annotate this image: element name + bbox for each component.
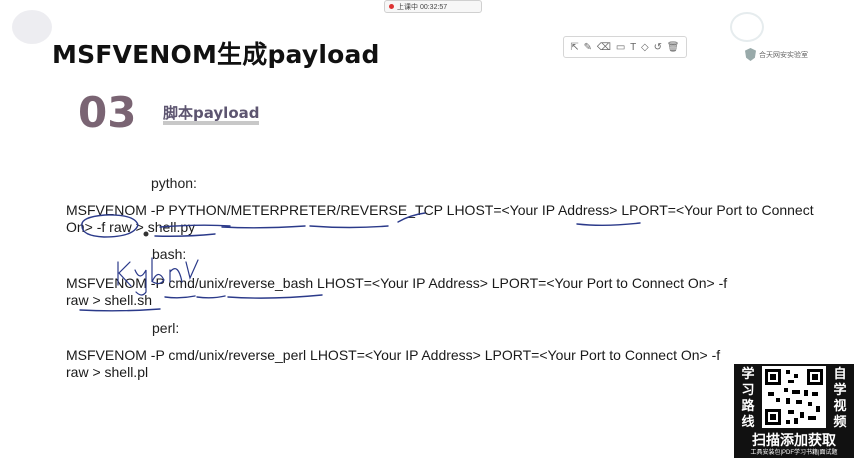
cursor-dot: [143, 231, 149, 237]
qr-code[interactable]: [762, 366, 826, 428]
underline-raw-shell: [79, 308, 161, 312]
underline-cmd: [164, 295, 196, 299]
underline-lport: [576, 222, 641, 226]
underline-unix: [196, 295, 226, 299]
underline-python: [159, 224, 231, 228]
handwriting-kybn: [117, 257, 199, 296]
qr-left-text: 学 习 路 线: [741, 366, 755, 429]
underline-lhost: [397, 212, 426, 223]
ink-annotations: [79, 212, 641, 312]
underline-reverse-bash: [227, 294, 323, 299]
qr-footer: 工具安装包|PDF学习书籍|面试题: [750, 450, 838, 456]
qr-promo-panel: 学 习 路 线 自 学 视 频 扫描添加获取 工具安装包|PDF学习书籍|面试题: [734, 364, 854, 458]
underline-reverse-tcp: [309, 225, 389, 229]
underline-meterpreter: [221, 225, 306, 229]
underline-shell-py: [154, 233, 216, 237]
qr-right-text: 自 学 视 频: [833, 366, 847, 429]
ellipse-f-raw: [81, 214, 139, 238]
